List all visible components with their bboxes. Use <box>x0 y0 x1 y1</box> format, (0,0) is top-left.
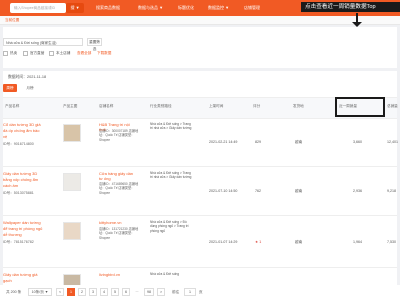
shop-meta: 店铺ID：471689650 店铺地址：Quốc Tế 店铺类型：Shopee <box>99 182 139 195</box>
product-thumbnail[interactable] <box>63 173 81 191</box>
weekly-sales-value: 1,964 <box>353 240 362 244</box>
shop-meta: 店铺ID：300007189 店铺地址：Quốc Tế 店铺类型：Shopee <box>99 129 139 142</box>
col-rating[interactable]: 评分 <box>253 104 260 109</box>
category-path: Nhà cửa & Đời sống > Trang trí nhà cửa >… <box>150 122 192 131</box>
page-ellipsis: ... <box>133 288 141 296</box>
origin-value: 越南 <box>295 189 303 193</box>
hot-sale-checkbox[interactable] <box>3 51 8 56</box>
product-id: ID号：5013075881 <box>3 191 34 195</box>
reset-filter-button[interactable]: 重置筛选 <box>87 38 102 51</box>
category-select[interactable]: Nhà cửa & Đời sống (商家生活) <box>3 38 83 46</box>
listed-time: 2021-01-07 14:29 <box>209 240 238 244</box>
nav-item-shop-management[interactable]: 店铺管理 <box>244 5 260 11</box>
tab-monthly[interactable]: 月榜 <box>23 84 37 92</box>
rating-value: 829 <box>255 140 261 144</box>
total-sales-value: 9,218 <box>387 189 396 193</box>
col-total-sales[interactable]: 总销量 <box>387 104 398 109</box>
product-thumbnail[interactable] <box>63 222 81 240</box>
origin-value: 越南 <box>295 140 303 144</box>
weekly-sales-callout: 点击查看近一周销量数据Top <box>301 2 400 12</box>
table-row: Wallpaper dán tường để trang trí phòng n… <box>3 216 397 268</box>
category-path: Nhà cửa & Đời sống > Đồ dùng phòng ngủ >… <box>150 220 189 233</box>
col-product-name[interactable]: 产品名称 <box>5 104 19 109</box>
page-button-6[interactable]: 6 <box>122 288 130 296</box>
col-listed-time[interactable]: 上架时间 <box>209 104 223 109</box>
prev-page-button[interactable]: < <box>56 288 64 296</box>
search-input[interactable]: 输入Shopee商品链接或ID <box>10 3 66 13</box>
pagination: 共 200 条 10条/页 ▼ < 1 2 3 4 5 6 ... 98 > 前… <box>0 285 400 300</box>
page-button-1[interactable]: 1 <box>67 288 75 296</box>
local-store-checkbox[interactable] <box>49 51 54 56</box>
total-sales-value: 7,530 <box>387 240 396 244</box>
total-count: 共 200 条 <box>6 290 22 294</box>
col-category-path: 行业类别路径 <box>150 104 172 108</box>
nav-item-product-search[interactable]: 搜索商品数据 <box>96 5 120 11</box>
product-name-link[interactable]: Giấy dán tường 3D bằng xốp chống ẩm cách… <box>3 171 43 189</box>
callout-arrow-head <box>352 22 362 27</box>
data-date-label: 数据时间：2021-11-18 <box>8 75 47 79</box>
weekly-sales-highlight <box>335 97 385 117</box>
results-panel: 数据时间：2021-11-18 周榜 月榜 产品名称 产品主图 店铺名称 行业类… <box>3 71 398 300</box>
page-size-select[interactable]: 10条/页 ▼ <box>28 288 52 296</box>
listed-time: 2021-02-21 14:49 <box>209 140 238 144</box>
weekly-sales-value: 3,660 <box>353 140 362 144</box>
goto-label: 前往 <box>172 290 180 294</box>
page-button-5[interactable]: 5 <box>111 288 119 296</box>
shop-meta: 店铺ID：131721230 店铺地址：Quốc Tế 店铺类型：Shopee <box>99 227 139 240</box>
product-thumbnail[interactable] <box>63 124 81 142</box>
goto-page-input[interactable]: 1 <box>184 288 196 296</box>
category-path: Nhà cửa & Đời sống <box>150 272 180 276</box>
table-row: Giấy dán tường 3D bằng xốp chống ẩm cách… <box>3 167 397 216</box>
page-button-3[interactable]: 3 <box>89 288 97 296</box>
origin-value: 越南 <box>295 240 303 244</box>
official-store-label: 官方直营 <box>30 51 45 55</box>
product-name-link[interactable]: Giấy dán tường giả gạch <box>3 272 43 284</box>
listed-time: 2021-07-10 14:50 <box>209 189 238 193</box>
download-data-link[interactable]: 下载数据 <box>97 51 111 56</box>
product-name-link[interactable]: Cổ dán tường 3D giả đá ốp chống ẩm bảo v… <box>3 122 43 140</box>
page-suffix-label: 页 <box>199 290 203 294</box>
shop-name-link[interactable]: livingbird.vn <box>99 272 137 277</box>
page-button-2[interactable]: 2 <box>78 288 86 296</box>
view-all-link[interactable]: 查看全部 <box>77 51 91 56</box>
hot-sale-label: 热卖 <box>10 51 18 55</box>
shop-name-link[interactable]: kittyhome.vn <box>99 220 137 225</box>
col-product-image: 产品主图 <box>63 104 78 108</box>
product-id: ID号：7815176782 <box>3 240 34 244</box>
filter-panel: Nhà cửa & Đời sống (商家生活) 重置筛选 热卖 官方直营 本… <box>3 27 397 68</box>
category-path: Nhà cửa & Đời sống > Trang trí nhà cửa >… <box>150 171 192 180</box>
next-page-button[interactable]: > <box>157 288 165 296</box>
search-button[interactable]: 搜 ▼ <box>66 3 84 13</box>
weekly-sales-value: 2,936 <box>353 189 362 193</box>
nav-item-monitoring[interactable]: 数据监控 ▼ <box>208 5 229 11</box>
rating-value: ★ 1 <box>255 240 262 244</box>
page-button-last[interactable]: 98 <box>144 288 154 296</box>
callout-arrow <box>356 13 358 22</box>
tab-weekly[interactable]: 周榜 <box>3 84 17 92</box>
col-origin: 发货地 <box>293 104 304 108</box>
col-shop-name: 店铺名称 <box>99 104 114 108</box>
search-placeholder: 输入Shopee商品链接或ID <box>14 5 56 10</box>
total-sales-value: 12,401 <box>387 140 398 144</box>
local-store-label: 本土店铺 <box>56 51 71 55</box>
breadcrumb-bar: 当前位置 <box>0 16 400 25</box>
rating-value: 762 <box>255 189 261 193</box>
nav-item-product-selection[interactable]: 数据与选品 ▼ <box>138 5 163 11</box>
product-name-link[interactable]: Wallpaper dán tường để trang trí phòng n… <box>3 220 43 238</box>
table-row: Cổ dán tường 3D giả đá ốp chống ẩm bảo v… <box>3 118 398 167</box>
product-id: ID号：9016714800 <box>3 142 34 146</box>
official-store-checkbox[interactable] <box>23 51 28 56</box>
breadcrumb[interactable]: 当前位置 <box>5 18 19 23</box>
shop-name-link[interactable]: Cửa hàng giấy dán tư ống <box>99 171 137 181</box>
page-button-4[interactable]: 4 <box>100 288 108 296</box>
nav-item-title-optimize[interactable]: 标题优化 <box>178 5 194 11</box>
